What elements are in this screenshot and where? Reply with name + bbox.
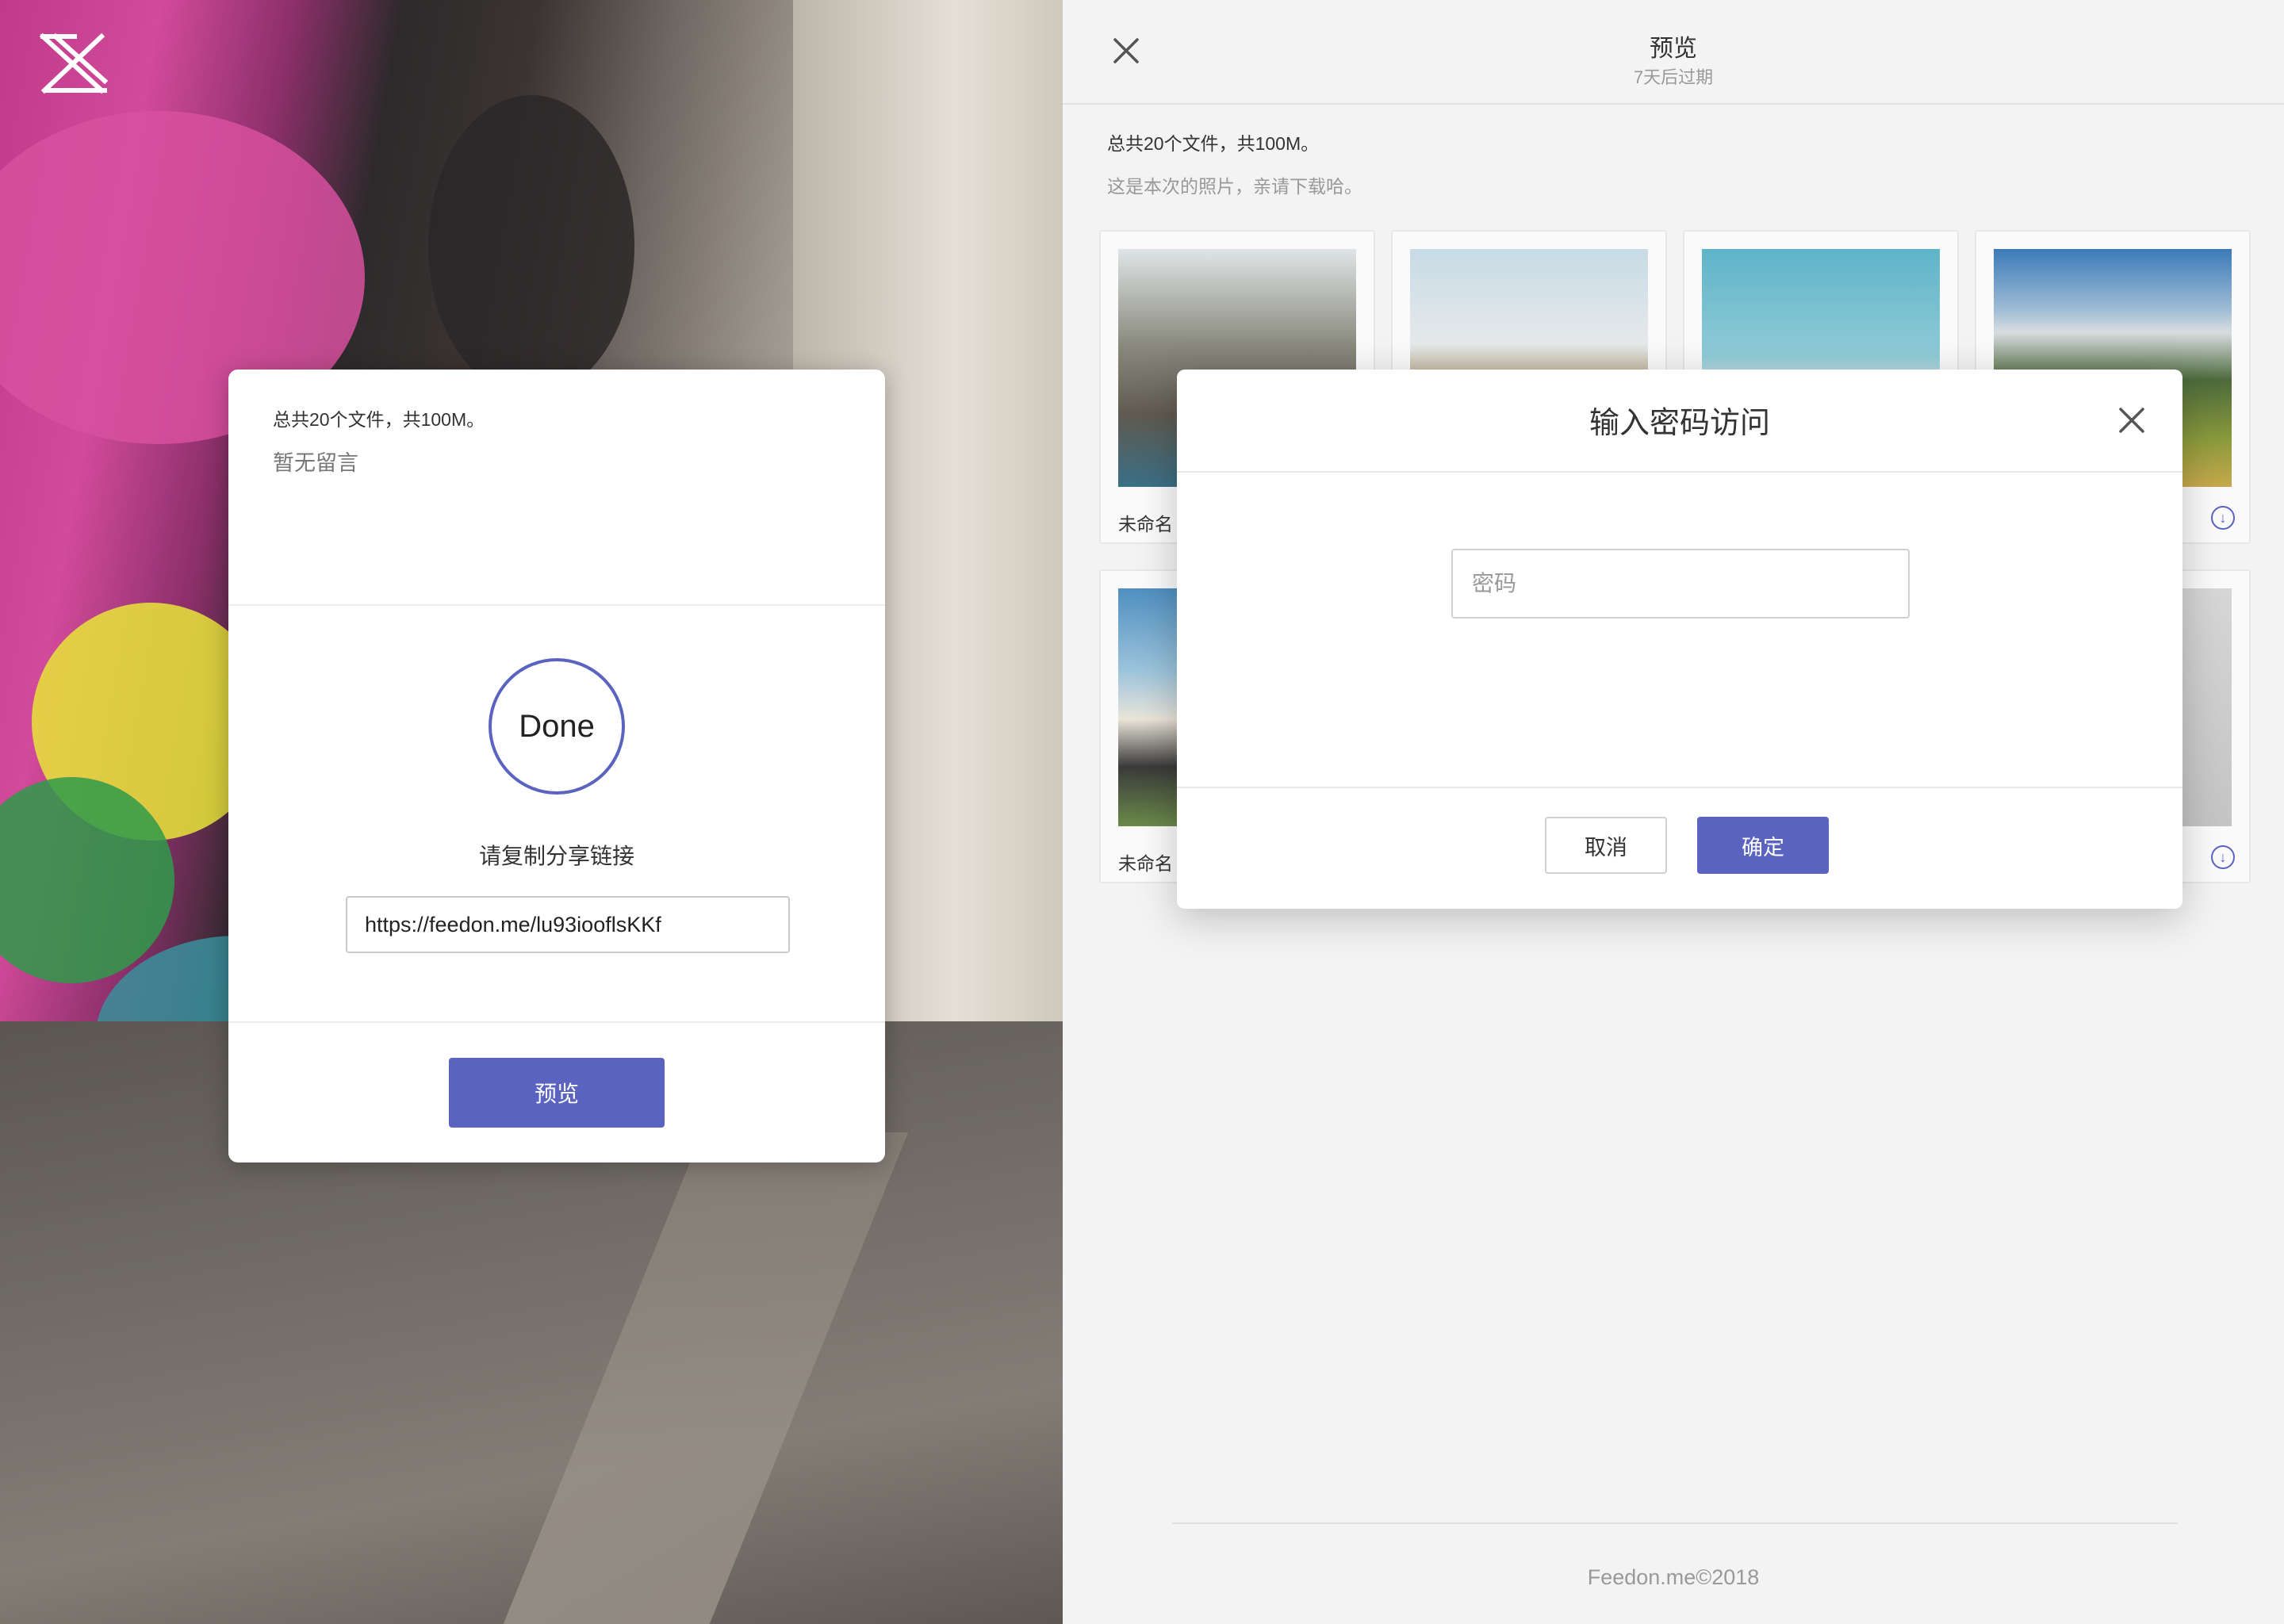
share-note: 暂无留言 <box>273 451 358 475</box>
expiry-text: 7天后过期 <box>1633 67 1714 87</box>
modal-title: 输入密码访问 <box>1588 407 1770 440</box>
share-summary: 总共20个文件，共100M。 <box>273 409 485 430</box>
download-icon[interactable]: ↓ <box>2211 845 2235 869</box>
preview-header: 预览 7天后过期 <box>1063 0 2284 105</box>
divider <box>1177 787 2182 788</box>
files-description: 这是本次的照片，亲请下载哈。 <box>1107 176 1362 197</box>
share-link-input[interactable] <box>346 896 790 953</box>
done-status-badge: Done <box>489 658 625 795</box>
divider <box>228 1021 885 1023</box>
password-modal: 输入密码访问 取消 确定 <box>1177 370 2182 909</box>
x-logo-icon[interactable] <box>38 32 109 95</box>
divider <box>228 604 885 606</box>
background-photo: 总共20个文件，共100M。 暂无留言 Done 请复制分享链接 预览 <box>0 0 1063 1624</box>
page-title: 预览 <box>1650 36 1697 62</box>
share-card: 总共20个文件，共100M。 暂无留言 Done 请复制分享链接 预览 <box>228 370 885 1162</box>
file-name: 未命名 <box>1118 853 1173 874</box>
footer-divider <box>1172 1522 2178 1524</box>
confirm-button[interactable]: 确定 <box>1697 817 1829 874</box>
file-name: 未命名 <box>1118 514 1173 534</box>
divider <box>1177 471 2182 473</box>
graffiti-shape <box>428 95 634 396</box>
preview-button[interactable]: 预览 <box>449 1058 665 1128</box>
close-icon[interactable] <box>2116 404 2148 436</box>
files-summary: 总共20个文件，共100M。 <box>1107 133 1320 154</box>
password-input[interactable] <box>1451 549 1910 619</box>
cancel-button[interactable]: 取消 <box>1545 817 1667 874</box>
download-icon[interactable]: ↓ <box>2211 506 2235 530</box>
footer-copyright: Feedon.me©2018 <box>1587 1565 1760 1589</box>
copy-link-label: 请复制分享链接 <box>478 844 634 868</box>
